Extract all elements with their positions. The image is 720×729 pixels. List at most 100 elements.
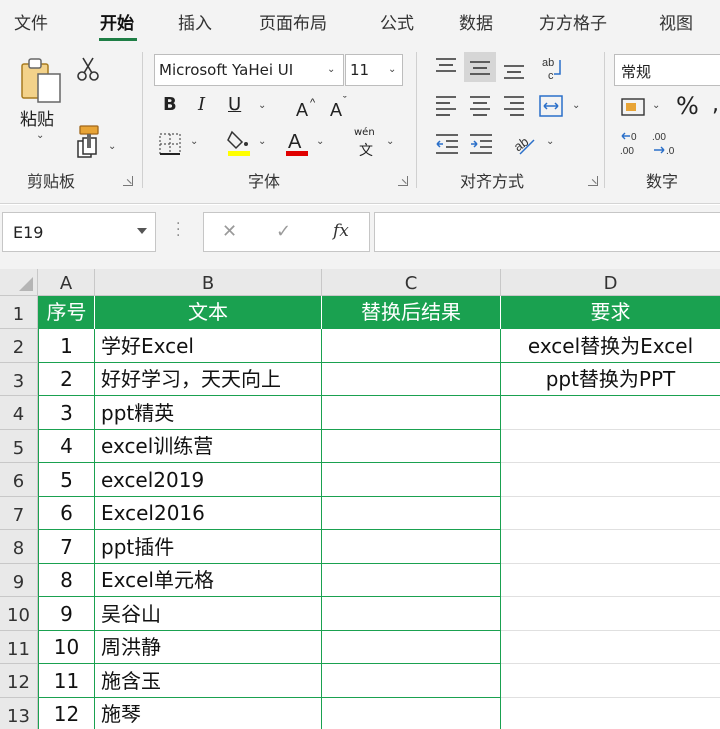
cell-no[interactable]: 7: [39, 530, 95, 564]
underline-button[interactable]: U: [228, 94, 241, 115]
cell-text[interactable]: 周洪静: [95, 631, 322, 664]
column-header-b[interactable]: B: [95, 269, 322, 296]
decrease-font-icon[interactable]: A ˇ: [330, 96, 354, 118]
formula-input[interactable]: [374, 212, 720, 252]
font-launcher-icon[interactable]: [398, 176, 408, 186]
cell-requirement[interactable]: [501, 631, 720, 664]
phonetic-char[interactable]: 文: [359, 140, 373, 160]
decrease-decimal-icon[interactable]: .00 .0: [650, 130, 680, 158]
cell-no[interactable]: 12: [39, 698, 95, 729]
column-header-a[interactable]: A: [38, 269, 95, 296]
cell-text[interactable]: ppt精英: [95, 396, 322, 430]
comma-style-button[interactable]: ,: [712, 92, 719, 117]
tab-fangfang-gezi[interactable]: 方方格子: [539, 9, 607, 34]
insert-function-icon[interactable]: fx: [333, 221, 349, 241]
align-left-icon[interactable]: [434, 94, 458, 116]
cell-no[interactable]: 11: [39, 664, 95, 698]
cell-result[interactable]: [322, 363, 501, 396]
align-center-icon[interactable]: [468, 94, 492, 116]
align-right-icon[interactable]: [502, 94, 526, 116]
cell-no[interactable]: 2: [39, 363, 95, 396]
column-header-d[interactable]: D: [501, 269, 720, 296]
align-top-icon[interactable]: [434, 56, 458, 78]
align-middle-button[interactable]: [464, 52, 496, 82]
fill-color-icon[interactable]: [226, 128, 252, 158]
cell-result[interactable]: [322, 497, 501, 530]
paste-dropdown-icon[interactable]: ⌄: [36, 130, 44, 141]
cell-no[interactable]: 3: [39, 396, 95, 430]
name-box[interactable]: E19: [2, 212, 156, 252]
column-header-c[interactable]: C: [322, 269, 501, 296]
header-cell-no[interactable]: 序号: [39, 296, 95, 329]
tab-home[interactable]: 开始: [100, 9, 134, 34]
font-name-select[interactable]: Microsoft YaHei UI ⌄: [154, 54, 344, 86]
cell-text[interactable]: 好好学习，天天向上: [95, 363, 322, 396]
cell-no[interactable]: 6: [39, 497, 95, 530]
row-header[interactable]: 11: [0, 631, 38, 664]
alignment-launcher-icon[interactable]: [588, 176, 598, 186]
cell-requirement[interactable]: [501, 396, 720, 430]
increase-indent-icon[interactable]: [468, 132, 494, 156]
row-header[interactable]: 12: [0, 664, 38, 698]
phonetic-dropdown-icon[interactable]: ⌄: [386, 136, 394, 147]
cell-text[interactable]: Excel2016: [95, 497, 322, 530]
cell-text[interactable]: 吴谷山: [95, 597, 322, 631]
cell-requirement[interactable]: [501, 664, 720, 698]
font-color-icon[interactable]: A: [284, 128, 310, 158]
cell-result[interactable]: [322, 430, 501, 463]
row-header[interactable]: 10: [0, 597, 38, 631]
cell-no[interactable]: 10: [39, 631, 95, 664]
header-cell-text[interactable]: 文本: [95, 296, 322, 329]
cell-requirement[interactable]: [501, 530, 720, 564]
row-header[interactable]: 3: [0, 363, 38, 396]
cell-result[interactable]: [322, 463, 501, 497]
merge-dropdown-icon[interactable]: ⌄: [572, 100, 580, 111]
row-header[interactable]: 4: [0, 396, 38, 430]
row-header[interactable]: 13: [0, 698, 38, 729]
italic-button[interactable]: I: [198, 94, 205, 115]
cell-result[interactable]: [322, 698, 501, 729]
cell-text[interactable]: excel2019: [95, 463, 322, 497]
orientation-dropdown-icon[interactable]: ⌄: [546, 136, 554, 147]
cell-requirement[interactable]: [501, 564, 720, 597]
increase-decimal-icon[interactable]: 0 .00: [618, 130, 648, 158]
cell-no[interactable]: 4: [39, 430, 95, 463]
row-header[interactable]: 5: [0, 430, 38, 463]
paste-label[interactable]: 粘贴: [20, 105, 54, 130]
accounting-format-icon[interactable]: [620, 96, 648, 118]
underline-dropdown-icon[interactable]: ⌄: [258, 100, 266, 111]
cell-text[interactable]: ppt插件: [95, 530, 322, 564]
cell-requirement[interactable]: [501, 497, 720, 530]
row-header[interactable]: 7: [0, 497, 38, 530]
row-header[interactable]: 8: [0, 530, 38, 564]
cell-result[interactable]: [322, 664, 501, 698]
align-bottom-icon[interactable]: [502, 60, 526, 82]
cell-no[interactable]: 5: [39, 463, 95, 497]
cell-no[interactable]: 9: [39, 597, 95, 631]
cell-text[interactable]: excel训练营: [95, 430, 322, 463]
cell-no[interactable]: 8: [39, 564, 95, 597]
row-header[interactable]: 9: [0, 564, 38, 597]
select-all-button[interactable]: [0, 269, 38, 296]
phonetic-label[interactable]: wén: [354, 127, 375, 138]
clipboard-launcher-icon[interactable]: [123, 176, 133, 186]
percent-button[interactable]: %: [676, 92, 699, 120]
cell-result[interactable]: [322, 564, 501, 597]
cell-requirement[interactable]: [501, 698, 720, 729]
cell-requirement[interactable]: excel替换为Excel: [501, 329, 720, 363]
fill-color-dropdown-icon[interactable]: ⌄: [258, 136, 266, 147]
cell-result[interactable]: [322, 631, 501, 664]
header-cell-result[interactable]: 替换后结果: [322, 296, 501, 329]
bold-button[interactable]: B: [163, 94, 177, 115]
formula-bar-splitter[interactable]: · · ·: [176, 217, 180, 243]
borders-icon[interactable]: [158, 132, 182, 156]
row-header[interactable]: 1: [0, 296, 38, 329]
cell-text[interactable]: 学好Excel: [95, 329, 322, 363]
header-cell-requirement[interactable]: 要求: [501, 296, 720, 329]
tab-file[interactable]: 文件: [14, 9, 48, 34]
format-painter-icon[interactable]: [76, 124, 102, 150]
decrease-indent-icon[interactable]: [434, 132, 460, 156]
accounting-dropdown-icon[interactable]: ⌄: [652, 100, 660, 111]
number-format-select[interactable]: 常规: [614, 54, 720, 86]
cell-requirement[interactable]: [501, 463, 720, 497]
